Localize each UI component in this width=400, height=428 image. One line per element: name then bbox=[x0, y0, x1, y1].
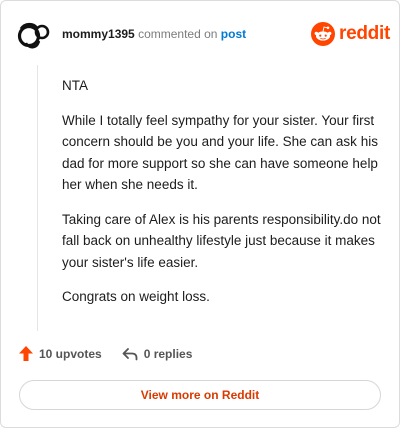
comment-actions: 10 upvotes 0 replies bbox=[19, 346, 192, 361]
reply-button[interactable]: 0 replies bbox=[122, 346, 193, 361]
reddit-wordmark: reddit bbox=[339, 23, 390, 44]
comment-header: mommy1395 commented on post bbox=[62, 27, 246, 41]
reddit-comment-embed: mommy1395 commented on post reddit NTA W… bbox=[0, 0, 400, 428]
mother-child-avatar-icon bbox=[17, 22, 50, 49]
comment-paragraph: Taking care of Alex is his parents respo… bbox=[62, 211, 381, 270]
reply-count: 0 replies bbox=[143, 346, 193, 361]
action-text: commented on bbox=[138, 27, 218, 41]
comment-paragraph: Congrats on weight loss. bbox=[62, 289, 210, 304]
reddit-logo[interactable]: reddit bbox=[311, 21, 390, 47]
upvote-count: 10 upvotes bbox=[39, 346, 102, 361]
user-avatar[interactable] bbox=[17, 19, 51, 53]
comment-paragraph: While I totally feel sympathy for your s… bbox=[62, 112, 378, 193]
upvote-button[interactable]: 10 upvotes bbox=[19, 346, 102, 361]
post-link[interactable]: post bbox=[221, 27, 246, 41]
upvote-arrow-icon bbox=[19, 346, 33, 361]
comment-body: NTA While I totally feel sympathy for yo… bbox=[62, 75, 384, 321]
reply-arrow-icon bbox=[122, 347, 138, 360]
thread-line bbox=[37, 65, 38, 331]
reddit-snoo-icon bbox=[311, 22, 335, 46]
username[interactable]: mommy1395 bbox=[62, 27, 135, 41]
comment-paragraph: NTA bbox=[62, 78, 88, 93]
view-more-on-reddit-button[interactable]: View more on Reddit bbox=[19, 380, 381, 410]
